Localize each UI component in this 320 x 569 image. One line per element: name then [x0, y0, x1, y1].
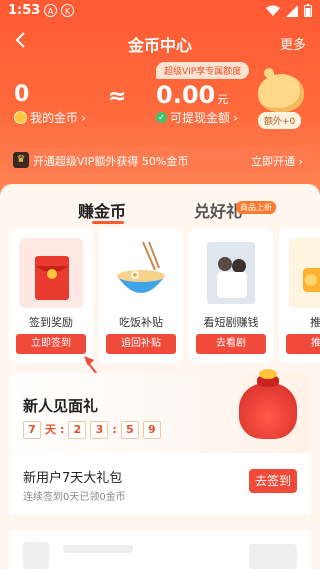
newbie-gift-card[interactable]: 新人见面礼 7 天 : 2 3 : 5 9 — [9, 369, 311, 453]
bonus-badge: 额外+0 — [258, 112, 302, 129]
countdown-sep: : — [60, 423, 65, 436]
task-tile-recommend[interactable]: 推荐 推币 — [279, 228, 320, 363]
recommend-button[interactable]: 推币 — [286, 334, 320, 354]
battery-icon — [304, 4, 312, 17]
task-tile-meal[interactable]: 吃饭补贴 追回补贴 — [99, 228, 183, 363]
task-tiles: 签到奖励 立即签到 吃饭补贴 追回补贴 看短剧赚钱 去看剧 推荐 推币 — [9, 228, 320, 363]
chevron-right-icon: › — [233, 110, 238, 125]
nav-bar: 金币中心 更多 — [0, 28, 320, 56]
cash-link[interactable]: ✓ 可提现金额 › — [156, 109, 238, 126]
chevron-right-icon: › — [81, 110, 86, 125]
tab-redeem-gifts[interactable]: 兑好礼 — [194, 198, 242, 222]
approx-symbol: ≈ — [108, 84, 127, 109]
countdown-digit: 2 — [68, 421, 87, 439]
countdown-digit: 5 — [120, 421, 139, 439]
wifi-icon — [266, 5, 280, 16]
task-label: 吃饭补贴 — [119, 316, 163, 329]
vip-promo-text: 开通超级VIP额外获得 50%金币 — [33, 155, 189, 168]
k-circle-icon: K — [61, 4, 74, 17]
placeholder-block — [63, 545, 133, 553]
gift-package-title: 新用户7天大礼包 — [23, 471, 123, 486]
task-label: 看短剧赚钱 — [203, 316, 259, 329]
a-circle-icon: A — [44, 4, 57, 17]
coins-value: 0 — [14, 82, 30, 107]
countdown-sep: : — [112, 423, 117, 436]
countdown-digit: 3 — [90, 421, 109, 439]
red-envelope-icon — [19, 238, 83, 308]
task-label: 签到奖励 — [29, 316, 73, 329]
check-icon: ✓ — [156, 112, 167, 123]
coins-label: 我的金币 — [30, 111, 79, 125]
task-label: 推荐 — [310, 316, 320, 329]
watch-drama-button[interactable]: 去看剧 — [196, 334, 266, 354]
coin-icon — [14, 111, 27, 124]
cash-unit: 元 — [217, 93, 229, 106]
vip-open-link[interactable]: 立即开通 › — [251, 153, 303, 169]
placeholder-block — [23, 542, 49, 569]
checkin-button[interactable]: 立即签到 — [16, 334, 86, 354]
coin-machine-icon — [289, 238, 320, 308]
countdown-sep: 天 — [45, 423, 56, 436]
countdown-digit: 9 — [142, 421, 161, 439]
signal-icon — [286, 4, 298, 17]
lucky-bag-icon — [239, 369, 297, 439]
cash-value: 0.00 — [156, 81, 216, 109]
task-tile-checkin[interactable]: 签到奖励 立即签到 — [9, 228, 93, 363]
drama-poster-icon — [199, 238, 263, 308]
countdown-digit: 7 — [23, 421, 41, 439]
page-title: 金币中心 — [127, 36, 192, 55]
tab-underline — [92, 221, 124, 224]
crown-icon: ♛ — [13, 152, 29, 168]
vip-promo-bar[interactable]: ♛ 开通超级VIP额外获得 50%金币 立即开通 › — [9, 147, 311, 173]
noodle-bowl-icon — [109, 238, 173, 308]
status-time: 1:53 — [8, 3, 41, 18]
piggy-bank-icon[interactable] — [258, 68, 304, 112]
my-coins-link[interactable]: 我的金币 › — [14, 109, 86, 126]
gift-package-row[interactable]: 新用户7天大礼包 连续签到0天已领0金币 去签到 — [9, 453, 311, 515]
status-right-icons — [266, 4, 312, 17]
go-checkin-button[interactable]: 去签到 — [249, 469, 297, 493]
countdown: 7 天 : 2 3 : 5 9 — [23, 421, 161, 439]
gift-package-subtitle: 连续签到0天已领0金币 — [23, 492, 126, 503]
loading-placeholder — [9, 530, 311, 569]
more-button[interactable]: 更多 — [280, 34, 306, 53]
vip-quota-tag: 超级VIP享专属额度 — [156, 62, 250, 79]
cash-amount: 0.00 元 — [156, 81, 228, 109]
cash-label: 可提现金额 — [170, 111, 231, 125]
newbie-title: 新人见面礼 — [23, 397, 99, 415]
new-goods-badge: 商品上新 — [236, 201, 276, 214]
meal-subsidy-button[interactable]: 追回补贴 — [106, 334, 176, 354]
status-bar: 1:53 A K — [0, 0, 320, 22]
placeholder-block — [249, 544, 297, 569]
tab-earn-coins[interactable]: 赚金币 — [78, 198, 126, 222]
task-tile-drama[interactable]: 看短剧赚钱 去看剧 — [189, 228, 273, 363]
